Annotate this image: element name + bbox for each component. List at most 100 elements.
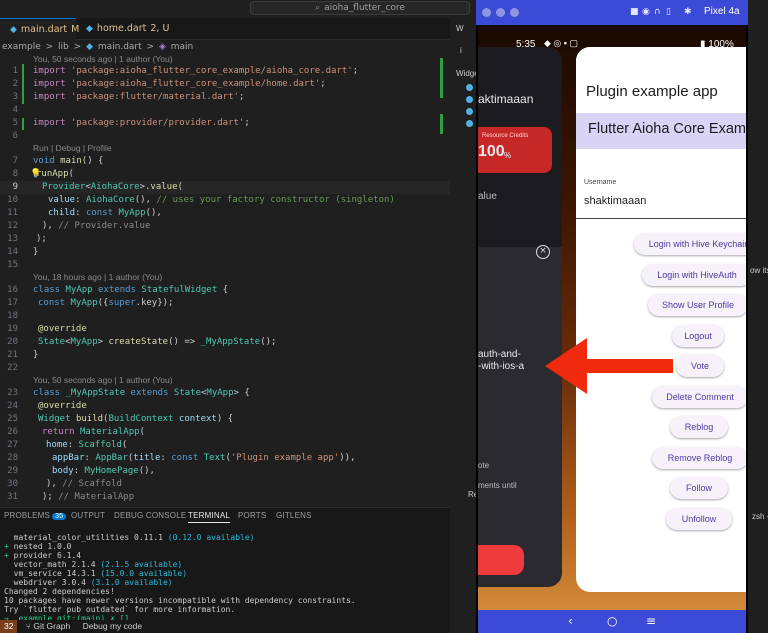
app-banner: Flutter Aioha Core Example [576,113,746,149]
code-line: 2 import 'package:aioha_flutter_core_exam… [0,78,476,91]
login-hiveauth-button[interactable]: Login with HiveAuth [642,264,746,286]
action-button[interactable] [478,545,524,575]
tab-main-dart[interactable]: ◆ main.dart M [0,18,79,40]
recents-icon[interactable]: ≡ [646,614,656,628]
token: class [33,285,61,295]
breadcrumb-item[interactable]: example [2,42,41,52]
record-icon[interactable]: ◉ [642,7,650,17]
code-text: ); // MaterialApp [42,491,134,504]
camera-icon[interactable]: ■ [630,7,639,17]
terminal-output[interactable]: material_color_utilities 0.11.1 (0.12.0 … [0,530,476,623]
codelens-blame: You, 50 seconds ago | 1 author (You) [0,374,476,387]
credits-unit: % [504,151,512,160]
status-git-graph[interactable]: Git Graph [33,621,70,631]
line-number: 12 [7,221,18,231]
vote-button[interactable]: Vote [676,355,724,377]
code-line: 12), // Provider.value [0,220,476,233]
token: child [48,208,76,218]
terminal-zsh-label[interactable]: zsh - [752,512,768,521]
terminal-line: Try `flutter pub outdated` for more info… [4,605,236,614]
line-number: 25 [7,414,18,424]
token: // Provider.value [58,221,151,231]
codelens-text[interactable]: Run | Debug | Profile [33,142,112,155]
username-field[interactable]: Username shaktimaaan [576,179,746,219]
token: super [108,298,136,308]
token: : [73,466,85,476]
status-bar: 32 ⑂ Git Graph Debug my code [0,620,476,633]
status-remote[interactable]: 32 [0,620,18,633]
tab-terminal[interactable]: TERMINAL [188,511,231,523]
line-number: 14 [7,247,18,257]
line-number: 28 [7,453,18,463]
code-editor[interactable]: You, 50 seconds ago | 1 author (You) 1 im… [0,54,476,507]
breadcrumb-item[interactable]: main.dart [98,42,142,52]
recent-app-card-left[interactable]: aktimaaan Resource Credits 100 % alue × … [478,47,562,587]
recent-app-card-right[interactable]: Plugin example app Flutter Aioha Core Ex… [576,47,746,592]
term-text: material_color_utilities 0.11.1 [13,533,163,542]
logout-button[interactable]: Logout [672,325,724,347]
term-text: vm_service 14.3.1 [13,569,96,578]
remove-reblog-button[interactable]: Remove Reblog [652,447,746,469]
line-number: 19 [7,324,18,334]
term-text: webdriver 3.0.4 [13,578,86,587]
window-close-button[interactable] [482,8,491,17]
home-icon[interactable]: ○ [607,614,617,628]
close-icon[interactable]: × [536,245,550,259]
token: > { [233,388,250,398]
term-text: nested 1.0.0 [13,542,72,551]
term-text: (0.12.0 available) [167,533,255,542]
line-number: 1 [12,66,18,76]
lightbulb-icon[interactable]: 💡 [30,168,41,181]
status-debug[interactable]: Debug my code [83,621,143,631]
code-line: 23 class _MyAppState extends State<MyApp>… [0,387,476,400]
command-center-search[interactable]: ⌕ aioha_flutter_core [250,1,470,15]
show-user-profile-button[interactable]: Show User Profile [648,294,746,316]
tab-ports[interactable]: PORTS [238,511,266,520]
code-text: import 'package:aioha_flutter_core_examp… [33,78,326,91]
line-number: 5 [12,118,18,128]
token: ), [46,479,63,489]
terminal-line: vm_service 14.3.1 (15.0.0 available) [4,569,187,578]
code-line: 13); [0,233,476,246]
follow-button[interactable]: Follow [670,477,728,499]
line-number: 3 [12,92,18,102]
breadcrumb-item[interactable]: main [171,42,194,52]
token: (), [134,195,157,205]
side-tab[interactable]: W [456,24,464,33]
tab-home-dart[interactable]: ◆ home.dart 2, U [76,18,176,40]
reblog-button[interactable]: Reblog [670,416,728,438]
token: AiohaCore [90,182,140,192]
gear-icon[interactable]: ✱ [684,7,692,17]
headphones-icon[interactable]: ∩ [654,7,661,17]
window-minimize-button[interactable] [496,8,505,17]
window-zoom-button[interactable] [510,8,519,17]
line-number: 8 [12,169,18,179]
breadcrumb-item[interactable]: lib [58,42,69,52]
login-hive-keychain-button[interactable]: Login with Hive Keychain [634,233,746,255]
token: ; [320,79,326,89]
tab-output[interactable]: OUTPUT [71,511,105,520]
tab-problems[interactable]: PROBLEMS 35 [4,511,67,520]
token: // Scaffold [62,479,122,489]
codelens-run[interactable]: Run | Debug | Profile [0,142,476,155]
token: StatefulWidget [141,285,218,295]
android-emulator: ■ ◉ ∩ ▯ ✱ Pixel 4a 5:35 ◆ ◎ ▪ ▢ ▮ 100% a… [476,0,748,633]
back-icon[interactable]: ‹ [568,614,573,628]
tab-gitlens[interactable]: GITLENS [276,511,312,520]
code-text: State<MyApp> createState() => _MyAppStat… [38,336,276,349]
breadcrumb-sep: > [45,42,54,52]
token: @override [38,401,87,411]
token: .key}); [135,298,174,308]
problems-count-badge: 35 [52,513,67,520]
token: build [75,414,104,424]
tree-node-icon [466,120,473,127]
credits-value: 100 [478,143,505,160]
code-line: 18 [0,310,476,323]
code-text: body: MyHomePage(), [52,465,155,478]
token: value [150,182,178,192]
delete-comment-button[interactable]: Delete Comment [652,386,746,408]
phone-icon[interactable]: ▯ [666,7,671,17]
unfollow-button[interactable]: Unfollow [666,508,732,530]
side-icon[interactable]: i [460,46,462,55]
tab-debug-console[interactable]: DEBUG CONSOLE [114,511,186,520]
